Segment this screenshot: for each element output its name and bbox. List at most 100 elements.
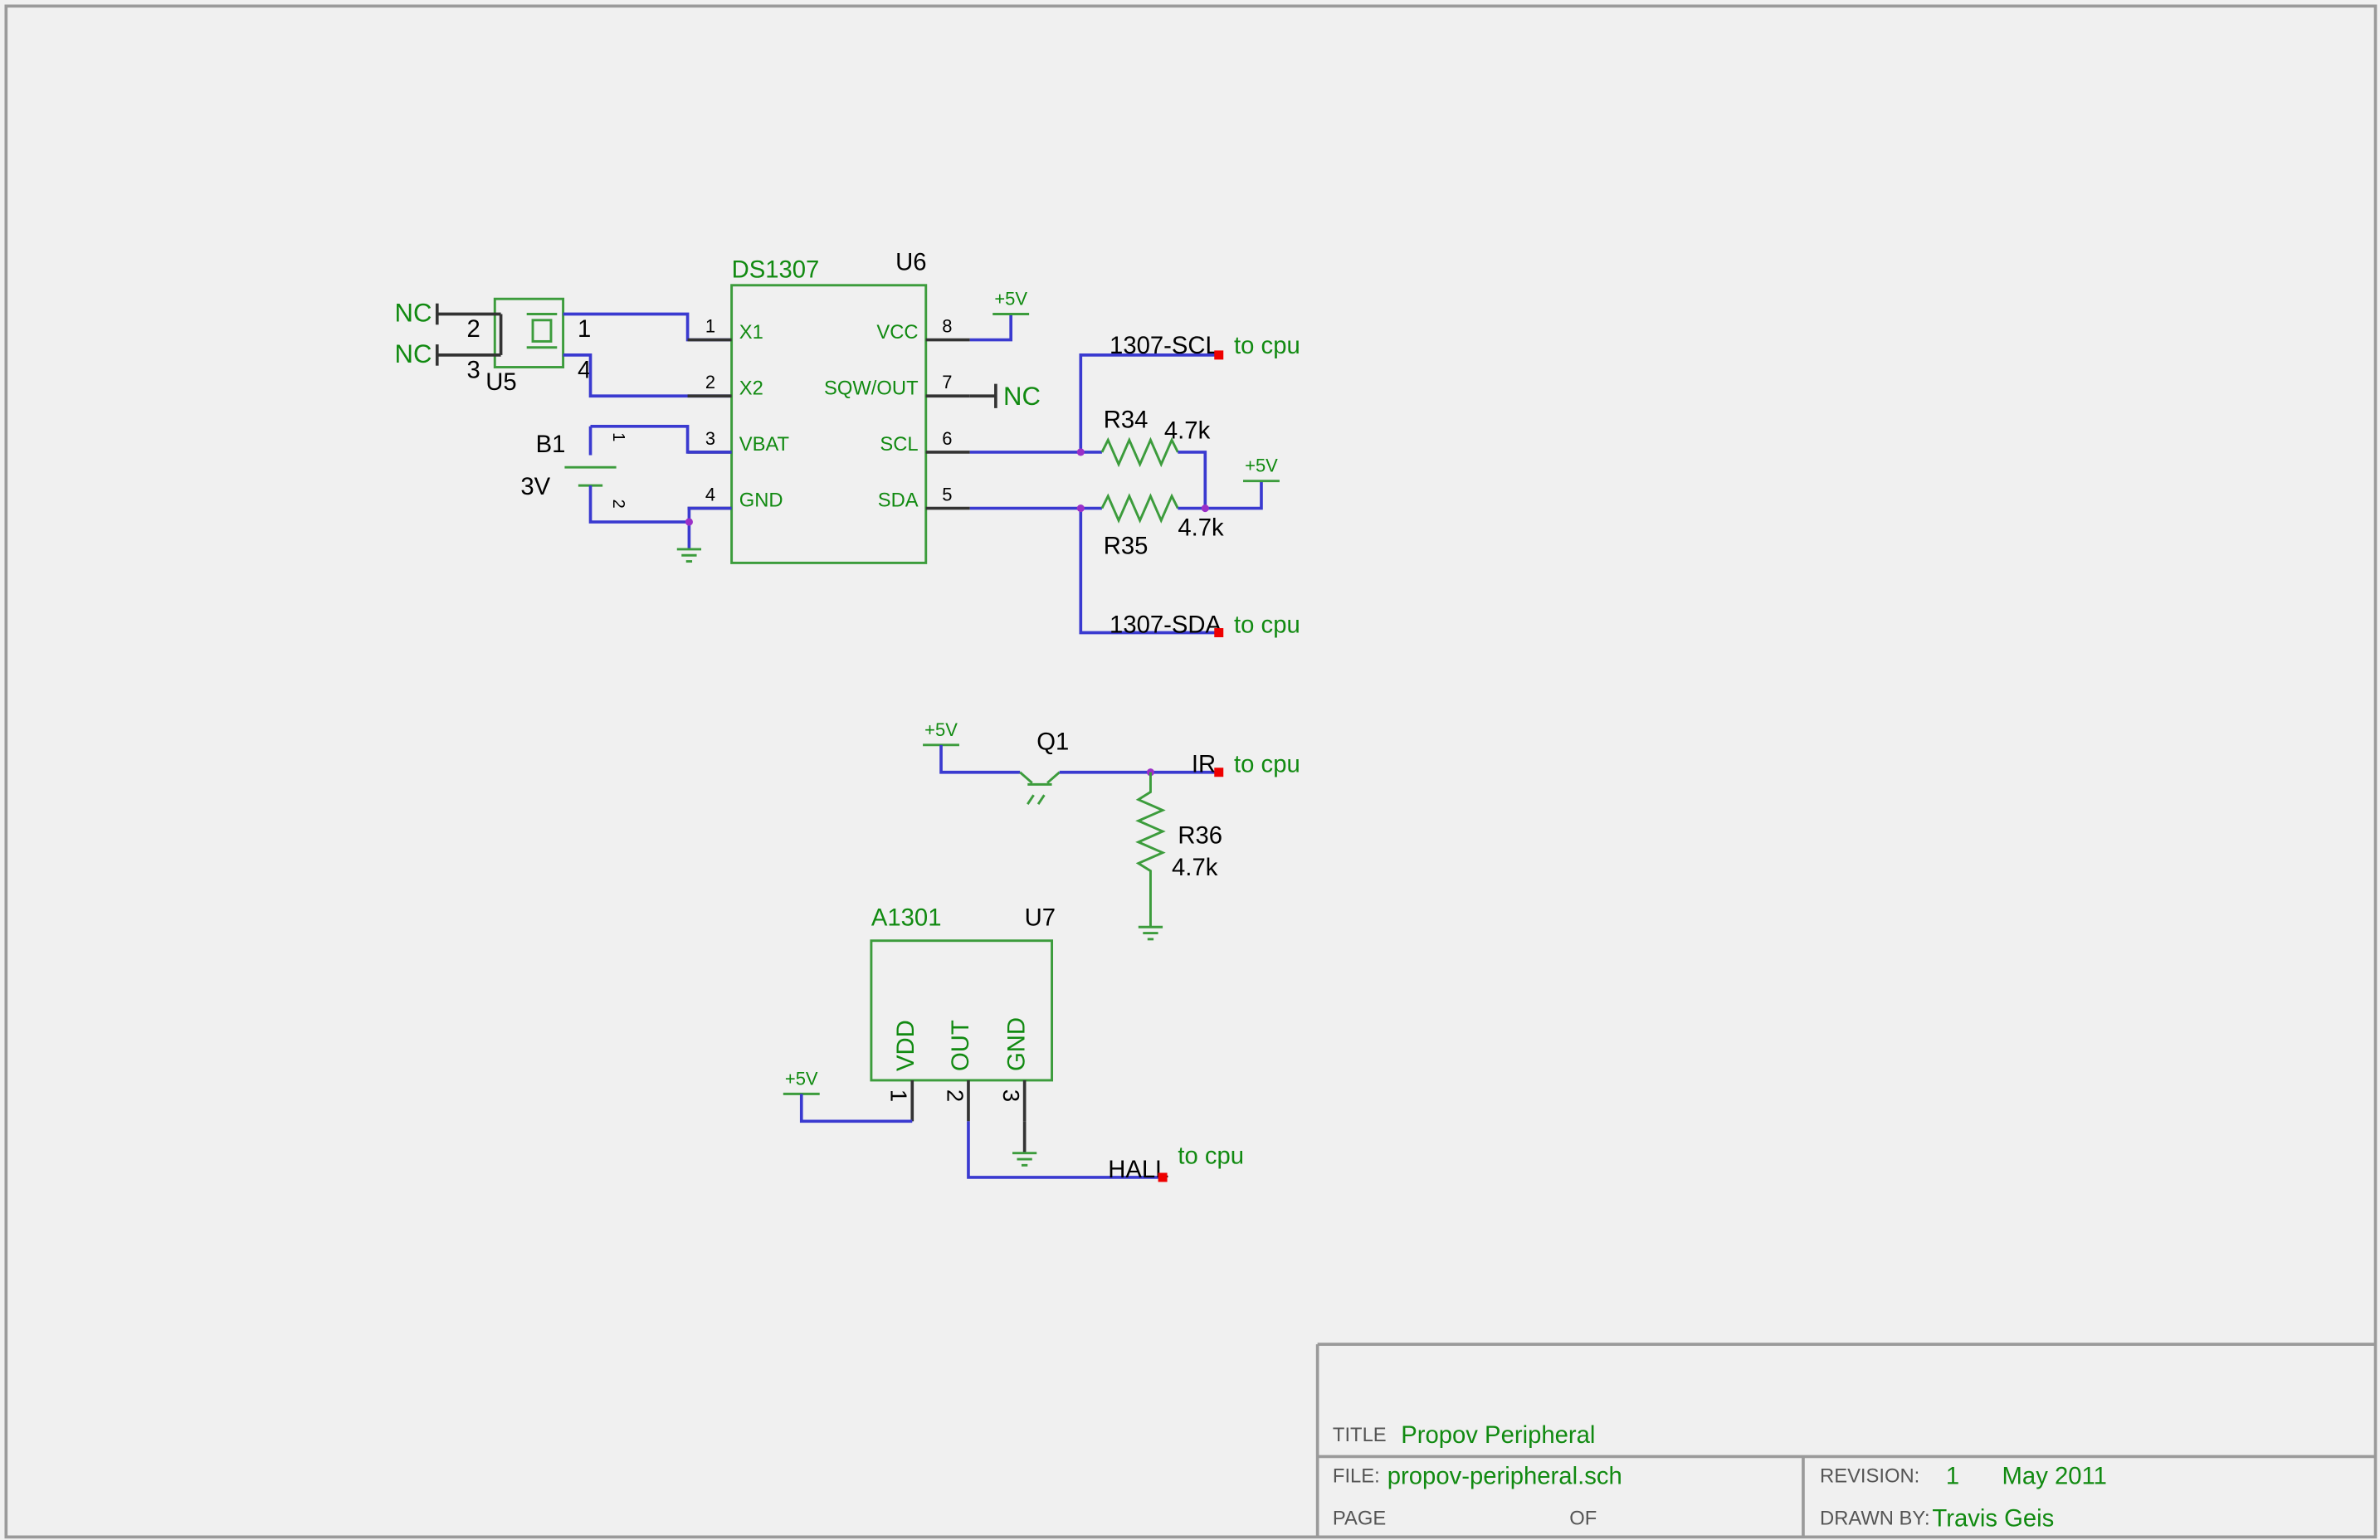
wire-r34-right: [1178, 451, 1207, 509]
net-label-sda: 1307-SDA: [1110, 612, 1222, 639]
drawn-by-name: Travis Geis: [1932, 1506, 2054, 1533]
u6-pin-sqw-name: SQW/OUT: [824, 377, 919, 399]
u5-ref: U5: [485, 369, 516, 396]
page-title: Propov Peripheral: [1401, 1422, 1595, 1449]
file-label: FILE:: [1333, 1465, 1380, 1488]
r35-body: [1100, 493, 1179, 524]
schematic-sheet: 2 3 1 4 NC NC U5 DS1307 U6 1 2 3 4 8 7 6…: [4, 4, 2378, 1539]
u7-pin2-number: 2: [942, 1089, 968, 1102]
port-marker-sda: [1214, 628, 1224, 637]
title-block: TITLE Propov Peripheral FILE: propov-per…: [1315, 1343, 2376, 1538]
u6-ref: U6: [895, 249, 926, 275]
r36-ref: R36: [1178, 823, 1222, 850]
junction-sda: [1076, 504, 1085, 513]
b1-value: 3V: [520, 474, 550, 500]
u7-ref: U7: [1025, 904, 1056, 931]
u5-crystal[interactable]: 2 3 1 4 NC NC U5: [395, 297, 592, 396]
u7-a1301[interactable]: A1301 U7 VDD OUT GND 1 2 3: [870, 904, 1056, 1122]
u6-part: DS1307: [732, 257, 820, 284]
u7-pin-vdd-name: VDD: [893, 1020, 919, 1071]
u7-pin1-number: 1: [886, 1089, 912, 1102]
b1-pin1-number: 1: [609, 432, 627, 441]
power-label: +5V: [994, 289, 1027, 309]
q1-collector-lead: [1019, 771, 1033, 784]
net-note-sda: to cpu: [1234, 612, 1300, 639]
net-label-ir: IR: [1192, 752, 1216, 778]
u5-pin2-number: 2: [467, 316, 480, 343]
q1-light-arrow-2: [1036, 794, 1046, 805]
u5-nc-label-2: NC: [395, 339, 432, 368]
u5-body: [493, 297, 565, 368]
ground-symbol-u7: [1012, 1152, 1037, 1167]
u6-pin2-number: 2: [705, 372, 715, 392]
u6-pin4-number: 4: [705, 484, 715, 504]
u6-pin8-number: 8: [942, 315, 952, 336]
drawn-by-label: DRAWN BY:: [1820, 1508, 1930, 1530]
revision-label: REVISION:: [1820, 1465, 1919, 1488]
q1-ref: Q1: [1036, 729, 1069, 755]
u5-pin3-number: 3: [467, 357, 480, 383]
q1-phototransistor[interactable]: Q1: [1019, 729, 1069, 805]
q1-emitter-lead: [1046, 771, 1061, 784]
u7-pin-out-name: OUT: [948, 1020, 974, 1071]
power-5v-u7: +5V: [783, 1068, 820, 1095]
net-note-hall: to cpu: [1178, 1143, 1244, 1170]
u6-pin5-number: 5: [942, 484, 952, 504]
junction-pullup: [1201, 504, 1209, 513]
net-label-scl: 1307-SCL: [1110, 333, 1219, 359]
port-marker-ir: [1214, 768, 1224, 777]
net-port-sda[interactable]: 1307-SDA to cpu: [1110, 612, 1300, 639]
r35-value: 4.7k: [1178, 514, 1224, 541]
page-label: PAGE: [1333, 1508, 1386, 1530]
u5-pin1-number: 1: [578, 316, 591, 343]
r36-resistor[interactable]: R36 4.7k: [1135, 772, 1222, 928]
q1-light-arrow-1: [1027, 794, 1035, 805]
r36-value: 4.7k: [1172, 855, 1218, 881]
power-label: +5V: [785, 1068, 818, 1089]
u6-pin-x1-name: X1: [739, 321, 763, 344]
r34-value: 4.7k: [1164, 417, 1211, 444]
u6-pin-vbat-name: VBAT: [739, 433, 789, 456]
net-port-hall[interactable]: HALL to cpu: [1108, 1143, 1244, 1183]
wire-vcc: [969, 314, 1012, 342]
power-label: +5V: [1245, 456, 1278, 476]
revision-date: May 2011: [2002, 1463, 2107, 1489]
file-name: propov-peripheral.sch: [1388, 1463, 1622, 1489]
r34-resistor[interactable]: R34 4.7k: [1100, 407, 1211, 468]
r36-body: [1135, 772, 1166, 928]
of-label: OF: [1569, 1508, 1597, 1530]
u6-pin-gnd-name: GND: [739, 490, 783, 512]
power-5v-u6: +5V: [992, 289, 1030, 315]
u6-pin-scl-name: SCL: [880, 433, 918, 456]
revision-value: 1: [1946, 1463, 1959, 1489]
u6-pin-vcc-name: VCC: [876, 321, 918, 344]
sqw-nc-label: NC: [1003, 382, 1041, 411]
wire-b1-gnd: [588, 485, 688, 524]
net-note-ir: to cpu: [1234, 752, 1300, 778]
title-label: TITLE: [1333, 1424, 1387, 1446]
u6-ds1307[interactable]: DS1307 U6 1 2 3 4 8 7 6 5 X1 X2 VBAT GND…: [687, 249, 970, 564]
u7-pin-gnd-name: GND: [1004, 1017, 1031, 1071]
u6-pin-sda-name: SDA: [878, 490, 919, 512]
u5-crystal-element: [531, 319, 553, 343]
power-label: +5V: [924, 719, 958, 740]
junction-gnd: [685, 518, 693, 526]
net-port-scl[interactable]: 1307-SCL to cpu: [1110, 333, 1300, 360]
b1-ref: B1: [536, 431, 566, 458]
u6-pin3-number: 3: [705, 428, 715, 449]
r35-ref: R35: [1104, 533, 1149, 559]
u6-pin-x2-name: X2: [739, 377, 763, 399]
u6-pin1-number: 1: [705, 315, 715, 336]
net-note-scl: to cpu: [1234, 333, 1300, 359]
u6-pin7-number: 7: [942, 372, 952, 392]
u7-pin3-number: 3: [998, 1089, 1024, 1102]
b1-pin2-number: 2: [609, 500, 627, 509]
wire-q1-collector: [939, 744, 1021, 774]
u5-nc-label-1: NC: [395, 299, 432, 328]
wire-pullup: [1178, 480, 1263, 510]
net-port-ir[interactable]: IR to cpu: [1192, 752, 1300, 778]
ground-symbol-u6: [676, 548, 702, 563]
power-5v-pullup: +5V: [1243, 456, 1280, 483]
r34-ref: R34: [1104, 407, 1149, 434]
u6-pin6-number: 6: [942, 428, 952, 449]
